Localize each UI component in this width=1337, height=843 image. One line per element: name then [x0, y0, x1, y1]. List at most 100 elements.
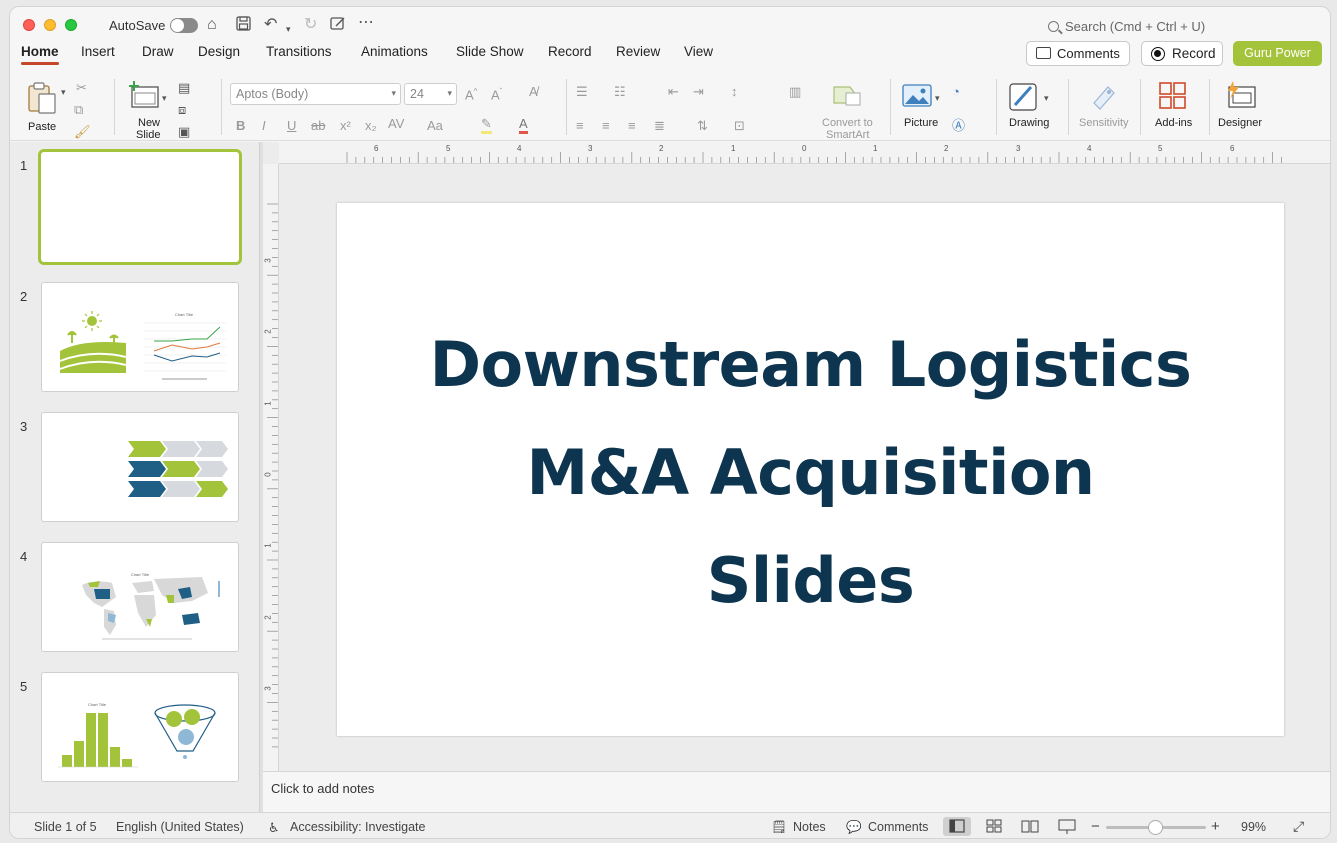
undo-dropdown-icon[interactable]: ▾ [286, 20, 291, 38]
new-slide-button[interactable]: New Slide [124, 79, 170, 141]
slide-thumbnail-4[interactable]: Chart Title [41, 542, 239, 652]
grow-font-icon[interactable]: A^ [465, 85, 477, 102]
font-name-select[interactable]: Aptos (Body) ▾ [230, 83, 401, 105]
reading-view-button[interactable] [1016, 817, 1044, 836]
ruler-label: 3 [263, 686, 273, 691]
new-slide-dropdown-icon[interactable]: ▾ [162, 91, 167, 105]
tab-design[interactable]: Design [198, 44, 240, 59]
paste-label: Paste [28, 121, 57, 133]
slide-thumbnail-1[interactable] [38, 149, 242, 265]
font-color-icon[interactable]: A [519, 117, 528, 134]
highlight-icon[interactable]: ✎ [481, 117, 492, 134]
comments-button-label: Comments [1057, 46, 1120, 61]
decrease-indent-icon[interactable]: ⇤ [668, 85, 679, 99]
tab-draw[interactable]: Draw [142, 44, 174, 59]
tab-animations[interactable]: Animations [361, 44, 428, 59]
chevron-down-icon: ▾ [447, 88, 452, 98]
subscript-icon[interactable]: x₂ [365, 119, 377, 133]
slide-title[interactable]: Downstream Logistics M&A Acquisition Sli… [367, 311, 1254, 635]
notes-toggle-button[interactable]: Notes [793, 820, 826, 834]
zoom-in-button[interactable]: + [1211, 818, 1220, 835]
tab-review[interactable]: Review [616, 44, 660, 59]
slide-thumbnail-3[interactable] [41, 412, 239, 522]
ribbon-tabs: Home Insert Draw Design Transitions Anim… [10, 43, 1330, 69]
minimize-window-button[interactable] [44, 19, 56, 31]
tab-transitions[interactable]: Transitions [266, 44, 332, 59]
record-button[interactable]: Record [1141, 41, 1223, 66]
cut-icon[interactable]: ✂ [76, 81, 87, 95]
bullets-icon[interactable]: ☰ [576, 85, 588, 99]
comments-toggle-button[interactable]: Comments [868, 820, 928, 834]
picture-dropdown-icon[interactable]: ▾ [935, 91, 940, 105]
shrink-font-icon[interactable]: Aˇ [491, 85, 502, 102]
autosave-toggle[interactable] [170, 18, 198, 33]
redo-icon[interactable]: ↻ [304, 16, 317, 34]
clear-formatting-icon[interactable]: A̸ [529, 85, 538, 99]
search-box[interactable]: Search (Cmd + Ctrl + U) [1048, 19, 1205, 34]
paste-dropdown-icon[interactable]: ▾ [61, 85, 66, 99]
reset-icon[interactable]: ⧈ [178, 103, 186, 117]
align-right-icon[interactable]: ≡ [628, 119, 636, 133]
close-window-button[interactable] [23, 19, 35, 31]
font-size-select[interactable]: 24 ▾ [404, 83, 457, 105]
zoom-level[interactable]: 99% [1241, 820, 1266, 834]
align-left-icon[interactable]: ≡ [576, 119, 584, 133]
change-case-icon[interactable]: Aa [427, 119, 443, 133]
zoom-slider-handle[interactable] [1148, 820, 1163, 835]
picture-button[interactable]: Picture [898, 79, 948, 139]
slide-sorter-view-button[interactable] [980, 817, 1008, 836]
tab-home[interactable]: Home [21, 44, 59, 65]
slide-show-view-button[interactable] [1053, 817, 1081, 836]
italic-icon[interactable]: I [262, 119, 266, 133]
more-icon[interactable]: ⋯ [358, 14, 374, 32]
customize-icon[interactable] [330, 16, 346, 36]
format-painter-icon[interactable]: 🖌 [74, 125, 91, 139]
comments-button[interactable]: Comments [1026, 41, 1130, 66]
numbering-icon[interactable]: ☷ [614, 85, 626, 99]
tab-slide-show[interactable]: Slide Show [456, 44, 524, 59]
save-icon[interactable] [236, 16, 251, 36]
undo-icon[interactable]: ↶ [264, 16, 277, 34]
guru-power-button[interactable]: Guru Power [1233, 41, 1322, 66]
language-indicator[interactable]: English (United States) [116, 820, 244, 834]
shapes-icon[interactable]: ◔ [952, 85, 960, 99]
home-icon[interactable]: ⌂ [207, 16, 217, 34]
zoom-window-button[interactable] [65, 19, 77, 31]
convert-to-smartart-button[interactable]: Convert to SmartArt [816, 79, 880, 141]
drawing-button[interactable]: Drawing [1003, 79, 1053, 139]
strikethrough-icon[interactable]: ab [311, 119, 325, 133]
tab-insert[interactable]: Insert [81, 44, 115, 59]
notes-pane[interactable]: Click to add notes [263, 771, 1330, 812]
tab-record[interactable]: Record [548, 44, 592, 59]
accessibility-status[interactable]: Accessibility: Investigate [290, 820, 425, 834]
section-icon[interactable]: ▣ [178, 125, 190, 139]
slide-thumbnail-5[interactable]: Chart Title [41, 672, 239, 782]
layout-icon[interactable]: ▤ [178, 81, 190, 95]
text-direction-icon[interactable]: ⇅ [697, 119, 708, 133]
drawing-dropdown-icon[interactable]: ▾ [1044, 91, 1049, 105]
columns-icon[interactable]: ▥ [789, 85, 801, 99]
increase-indent-icon[interactable]: ⇥ [693, 85, 704, 99]
superscript-icon[interactable]: x² [340, 119, 351, 133]
sensitivity-button[interactable]: Sensitivity [1074, 79, 1134, 139]
zoom-out-button[interactable]: − [1091, 818, 1100, 835]
underline-icon[interactable]: U [287, 119, 296, 133]
add-ins-button[interactable]: Add-ins [1148, 79, 1198, 139]
normal-view-button[interactable] [943, 817, 971, 836]
fit-to-window-icon[interactable]: ⤢ [1293, 818, 1304, 835]
designer-button[interactable]: Designer [1213, 79, 1273, 139]
tab-view[interactable]: View [684, 44, 713, 59]
bold-icon[interactable]: B [236, 119, 245, 133]
current-slide[interactable]: Downstream Logistics M&A Acquisition Sli… [337, 203, 1284, 736]
align-text-icon[interactable]: ⊡ [734, 119, 745, 133]
text-box-icon[interactable]: Ⓐ [952, 119, 965, 133]
slide-thumbnail-2[interactable]: Chart Title [41, 282, 239, 392]
align-center-icon[interactable]: ≡ [602, 119, 610, 133]
ruler-label: 1 [873, 144, 878, 153]
ruler-label: 5 [1158, 144, 1163, 153]
line-spacing-icon[interactable]: ↕ [731, 85, 738, 99]
thumb-number: 2 [20, 289, 28, 304]
copy-icon[interactable]: ⧉ [74, 103, 83, 117]
justify-icon[interactable]: ≣ [654, 119, 665, 133]
character-spacing-icon[interactable]: AV [388, 117, 404, 131]
